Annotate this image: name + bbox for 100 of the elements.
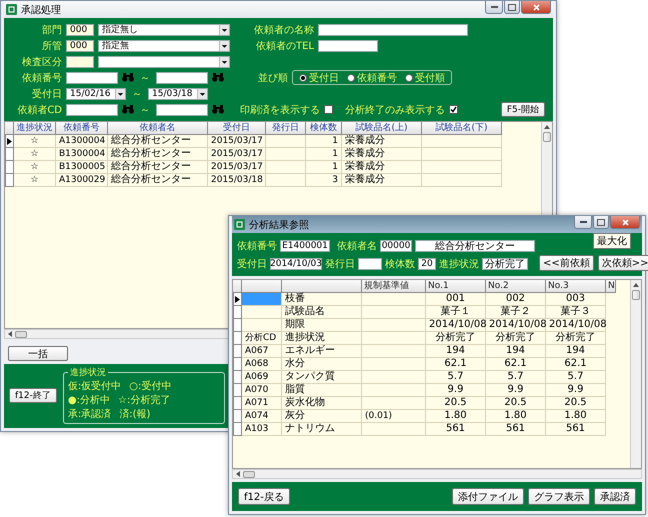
window-title: 分析結果参照 <box>249 218 309 232</box>
bulk-button[interactable]: 一括 <box>8 346 68 361</box>
maximize-button[interactable] <box>504 1 520 14</box>
table-cell <box>266 174 306 187</box>
code-field[interactable]: 000 <box>66 24 94 36</box>
maximize-icon <box>597 218 605 226</box>
table-cell: タンパク質 <box>282 371 362 384</box>
binoculars-icon[interactable] <box>212 105 224 114</box>
table-cell: 3 <box>306 174 342 187</box>
exit-button[interactable]: f12-終了 <box>9 388 57 402</box>
dropdown[interactable]: 指定無し <box>98 24 230 36</box>
table-cell: B1300005 <box>56 161 108 174</box>
column-header: 依頼者名 <box>108 122 208 135</box>
input-field[interactable] <box>318 40 378 52</box>
table-cell: 期限 <box>282 319 362 332</box>
table-cell: 5.7 <box>546 371 606 384</box>
scrollbar-thumb[interactable] <box>15 330 27 338</box>
field-label: 依頼番号 <box>21 72 62 84</box>
scrollbar[interactable] <box>630 280 641 468</box>
previous-button[interactable]: <<前依頼 <box>539 255 594 271</box>
table-cell: 1.80 <box>426 410 486 423</box>
binoculars-icon[interactable] <box>122 105 134 114</box>
binoculars-icon[interactable] <box>122 73 134 82</box>
action-button[interactable]: 承認済 <box>594 488 636 505</box>
dropdown[interactable]: 指定無 <box>98 40 230 52</box>
table-cell: 561 <box>546 423 606 436</box>
code-field[interactable] <box>66 56 94 68</box>
row-pointer-icon <box>7 138 12 144</box>
field-label: 所管 <box>41 40 62 52</box>
caret-icon <box>219 56 229 66</box>
table-cell: A070 <box>242 384 282 397</box>
dropdown[interactable] <box>98 56 230 68</box>
caret-icon <box>197 88 207 98</box>
table-cell: エネルギー <box>282 345 362 358</box>
table-cell: 枝番 <box>282 293 362 306</box>
radio-option[interactable]: 受付日 <box>299 70 339 84</box>
column-header: 受付日 <box>208 122 266 135</box>
table-cell: 9.9 <box>546 384 606 397</box>
checkbox[interactable] <box>324 105 333 114</box>
back-button[interactable]: f12-戻る <box>238 488 290 505</box>
app-icon <box>234 219 245 230</box>
scrollbar-thumb[interactable] <box>243 470 255 478</box>
input-field[interactable] <box>318 24 468 36</box>
column-header: N <box>606 280 616 293</box>
up-arrow-icon[interactable] <box>544 124 550 130</box>
left-arrow-icon[interactable] <box>235 471 241 477</box>
table-cell: 脂質 <box>282 384 362 397</box>
table-cell <box>266 161 306 174</box>
table-cell: ☆ <box>14 135 56 148</box>
scrollbar-thumb[interactable] <box>543 132 551 142</box>
radio-option[interactable]: 依頼番号 <box>347 70 397 84</box>
maximize-icon <box>508 4 516 10</box>
action-button[interactable]: 添付ファイル <box>452 488 524 505</box>
close-button[interactable] <box>521 1 551 14</box>
input-field[interactable] <box>156 104 208 116</box>
table-cell <box>242 293 282 306</box>
column-header: No.1 <box>426 280 486 293</box>
field-label: 検体数 <box>385 258 415 270</box>
table-cell: 総合分析センター <box>108 135 208 148</box>
row-selector[interactable] <box>233 293 242 306</box>
table-cell: 561 <box>486 423 546 436</box>
table-cell: 9.9 <box>486 384 546 397</box>
legend-item: 済:(報) <box>119 408 150 421</box>
column-header: 進捗状況 <box>14 122 56 135</box>
maximize-button[interactable] <box>593 216 609 229</box>
input-field[interactable] <box>66 72 118 84</box>
column-header: 依頼番号 <box>56 122 108 135</box>
field-label: 並び順 <box>257 72 288 84</box>
table-cell <box>362 397 426 410</box>
checkbox[interactable] <box>449 105 458 114</box>
start-button[interactable]: F5-開始 <box>500 102 545 117</box>
minimize-button[interactable] <box>574 216 592 229</box>
code-field[interactable]: 000 <box>66 40 94 52</box>
table-cell: 2015/03/17 <box>208 135 266 148</box>
left-arrow-icon[interactable] <box>7 331 13 337</box>
legend-item: 承:承認済 <box>68 408 112 421</box>
field-label: 受付日 <box>237 258 267 270</box>
up-arrow-icon[interactable] <box>633 282 639 288</box>
table-cell: 分析CD <box>242 332 282 345</box>
input-field[interactable] <box>66 104 118 116</box>
date-field[interactable]: 15/03/18 <box>148 88 208 100</box>
radio-option[interactable]: 受付順 <box>405 70 445 84</box>
value-field <box>358 258 382 270</box>
next-button[interactable]: 次依頼>> <box>598 255 648 271</box>
row-selector[interactable] <box>5 135 14 148</box>
header-cell <box>242 280 282 293</box>
table-cell <box>242 319 282 332</box>
action-button[interactable]: グラフ表示 <box>528 488 590 505</box>
table-cell: 9.9 <box>426 384 486 397</box>
binoculars-icon[interactable] <box>212 73 224 82</box>
scrollbar-thumb[interactable] <box>632 290 640 300</box>
input-field[interactable] <box>156 72 208 84</box>
minimize-button[interactable] <box>485 1 503 14</box>
scrollbar[interactable] <box>232 469 642 479</box>
table-cell: 003 <box>546 293 606 306</box>
table-cell: 2014/10/08 <box>426 319 486 332</box>
column-header: 発行日 <box>266 122 306 135</box>
close-button[interactable] <box>610 216 640 229</box>
table-cell: 62.1 <box>486 358 546 371</box>
date-field[interactable]: 15/02/16 <box>66 88 126 100</box>
